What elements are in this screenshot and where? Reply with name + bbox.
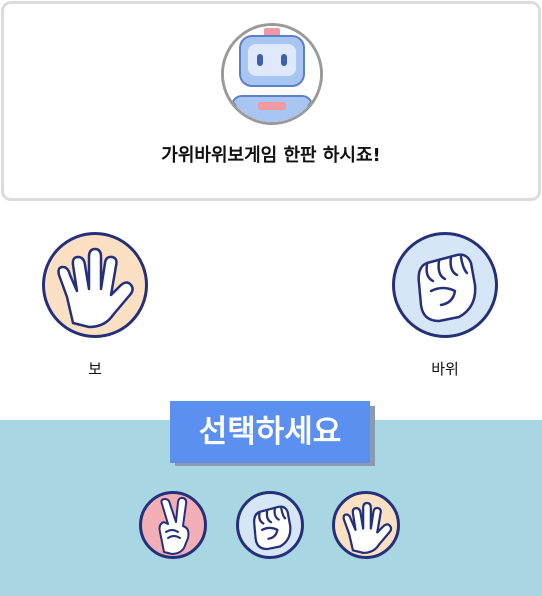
paper-hand-icon: [57, 247, 134, 329]
robot-avatar: [221, 23, 323, 125]
player-left-hand: [42, 232, 148, 338]
paper-button[interactable]: [332, 491, 400, 559]
page-title: 가위바위보게임 한판 하시죠!: [161, 145, 381, 166]
choice-prompt: 선택하세요: [170, 401, 370, 463]
robot-icon: [224, 26, 320, 122]
scissors-hand-icon: [158, 496, 190, 555]
player-right-label: 바위: [431, 360, 459, 378]
paper-hand-icon: [342, 501, 393, 554]
rock-hand-icon: [253, 505, 292, 551]
scissors-button[interactable]: [139, 491, 207, 559]
header-card: 가위바위보게임 한판 하시죠!: [1, 1, 541, 201]
rock-hand-icon: [417, 253, 477, 323]
rock-button[interactable]: [236, 491, 304, 559]
player-left-label: 보: [88, 360, 102, 378]
player-right-hand: [392, 232, 498, 338]
